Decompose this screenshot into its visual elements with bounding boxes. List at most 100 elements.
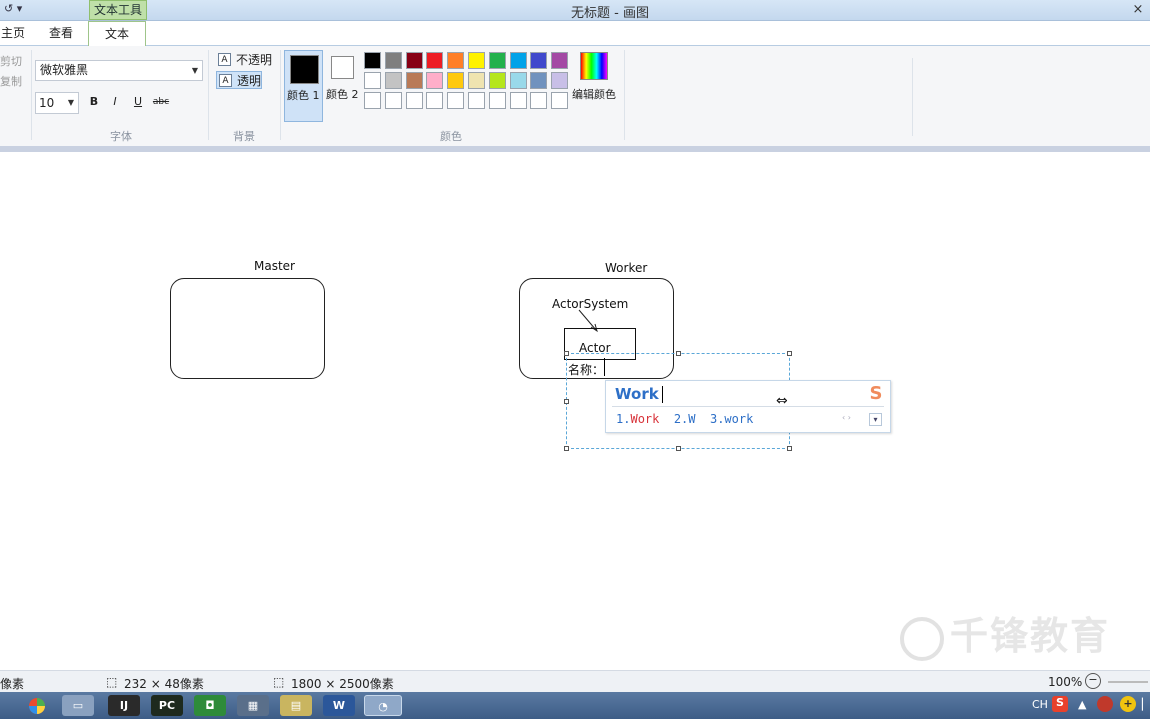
palette-swatch[interactable] [384, 72, 402, 89]
ime-expand-button[interactable]: ▾ [869, 413, 882, 426]
resize-handle[interactable] [787, 446, 792, 451]
background-opaque-option[interactable]: A 不透明 [216, 51, 272, 69]
copy-button[interactable]: 复制 [0, 73, 22, 89]
tab-text[interactable]: 文本 [88, 21, 146, 46]
palette-swatch[interactable] [426, 92, 444, 109]
resize-handle[interactable] [676, 351, 681, 356]
ime-candidate-list[interactable]: 1.Work 2.W 3.work [616, 412, 753, 426]
resize-handle[interactable] [564, 351, 569, 356]
zoom-level: 100% [1048, 675, 1083, 689]
text-transparent-icon: A [219, 74, 232, 87]
palette-swatch[interactable] [426, 52, 444, 69]
app-taskbar-icon[interactable]: ◘ [194, 695, 226, 716]
zoom-out-button[interactable]: − [1085, 673, 1101, 689]
palette-swatch[interactable] [488, 72, 506, 89]
palette-swatch[interactable] [488, 92, 506, 109]
intellij-taskbar-icon[interactable]: IJ [108, 695, 140, 716]
tray-expand-icon[interactable]: ▲ [1078, 698, 1086, 711]
palette-swatch[interactable] [468, 92, 485, 109]
worker-label: Worker [605, 261, 648, 275]
close-window-button[interactable]: × [1126, 0, 1150, 20]
divider [612, 406, 884, 407]
palette-swatch[interactable] [405, 92, 423, 109]
watermark: 千锋教育 [900, 605, 1110, 661]
master-box [170, 278, 325, 379]
cursor-position: 像素 [0, 677, 25, 691]
language-indicator[interactable]: CH [1032, 698, 1048, 711]
divider [624, 50, 625, 140]
palette-swatch[interactable] [509, 52, 527, 69]
font-family-select[interactable]: 微软雅黑 ▼ [35, 60, 203, 81]
palette-swatch[interactable] [364, 52, 381, 69]
zoom-slider[interactable] [1108, 681, 1148, 683]
notepad-taskbar-icon[interactable]: ▤ [280, 695, 312, 716]
candidate-1-number[interactable]: 1. [616, 412, 630, 426]
candidate-1-rest[interactable]: ork [638, 412, 660, 426]
palette-swatch[interactable] [551, 72, 569, 89]
palette-swatch[interactable] [509, 72, 527, 89]
chevron-down-icon: ▼ [67, 98, 74, 107]
ime-page-arrows[interactable]: ‹ › [842, 413, 851, 422]
resize-handle[interactable] [787, 351, 792, 356]
cut-button[interactable]: 剪切 [0, 53, 22, 69]
windows-logo-icon [29, 698, 45, 714]
ime-candidate-window: Work S 1.Work 2.W 3.work ‹ › ▾ [605, 380, 891, 433]
palette-swatch[interactable] [468, 72, 485, 89]
watermark-text: 千锋教育 [950, 614, 1111, 658]
palette-swatch[interactable] [364, 72, 381, 89]
edit-colors-label: 编辑颜色 [572, 88, 616, 101]
chevron-down-icon: ▼ [191, 66, 198, 75]
bold-button[interactable]: B [86, 94, 102, 110]
palette-swatch[interactable] [551, 52, 569, 69]
tray-overflow-icon[interactable]: ▏ [1142, 698, 1150, 711]
palette-swatch[interactable] [468, 52, 485, 69]
pycharm-taskbar-icon[interactable]: PC [151, 695, 183, 716]
palette-swatch[interactable] [530, 52, 548, 69]
palette-swatch[interactable] [447, 92, 465, 109]
candidate-1-highlight[interactable]: W [630, 412, 637, 426]
word-taskbar-icon[interactable]: W [323, 695, 355, 716]
calculator-taskbar-icon[interactable]: ▦ [237, 695, 269, 716]
palette-swatch[interactable] [405, 72, 423, 89]
palette-swatch[interactable] [405, 52, 423, 69]
underline-button[interactable]: U [130, 94, 146, 110]
resize-cursor-icon: ⇔ [776, 393, 788, 409]
color2-swatch [331, 56, 354, 79]
candidate-2[interactable]: 2.W [674, 412, 696, 426]
color1-button[interactable]: 颜色 1 [284, 50, 323, 122]
explorer-taskbar-icon[interactable]: ▭ [62, 695, 94, 716]
sogou-ime-icon[interactable]: S [1052, 696, 1068, 712]
palette-swatch[interactable] [530, 72, 548, 89]
tray-app-icon[interactable] [1097, 696, 1113, 712]
resize-handle[interactable] [564, 446, 569, 451]
tab-view[interactable]: 查看 [40, 21, 82, 45]
strikethrough-button[interactable]: abc [150, 94, 172, 110]
palette-swatch[interactable] [384, 52, 402, 69]
palette-swatch[interactable] [488, 52, 506, 69]
palette-swatch[interactable] [384, 92, 402, 109]
palette-swatch[interactable] [551, 92, 569, 109]
tab-home[interactable]: 主页 [0, 21, 26, 45]
start-button[interactable] [20, 695, 54, 716]
tray-add-icon[interactable]: + [1120, 696, 1136, 712]
quick-access-toolbar[interactable]: ↺ ▾ [4, 2, 38, 18]
background-transparent-option[interactable]: A 透明 [216, 71, 262, 89]
selection-size: 232 × 48像素 [124, 677, 204, 691]
edit-colors-button[interactable]: 编辑颜色 [572, 50, 620, 106]
italic-button[interactable]: I [107, 94, 123, 110]
font-size-select[interactable]: 10 ▼ [35, 92, 79, 114]
text-box-content[interactable]: 名称： [568, 361, 604, 378]
palette-swatch[interactable] [426, 72, 444, 89]
palette-swatch[interactable] [364, 92, 381, 109]
palette-swatch[interactable] [509, 92, 527, 109]
resize-handle[interactable] [564, 399, 569, 404]
palette-swatch[interactable] [447, 72, 465, 89]
paint-taskbar-icon[interactable]: ◔ [364, 695, 402, 716]
candidate-3[interactable]: 3.work [710, 412, 753, 426]
color2-button[interactable]: 颜色 2 [325, 50, 363, 122]
palette-swatch[interactable] [530, 92, 548, 109]
palette-swatch[interactable] [447, 52, 465, 69]
color-spectrum-icon [580, 52, 608, 80]
resize-handle[interactable] [676, 446, 681, 451]
background-group-label: 背景 [233, 130, 255, 143]
